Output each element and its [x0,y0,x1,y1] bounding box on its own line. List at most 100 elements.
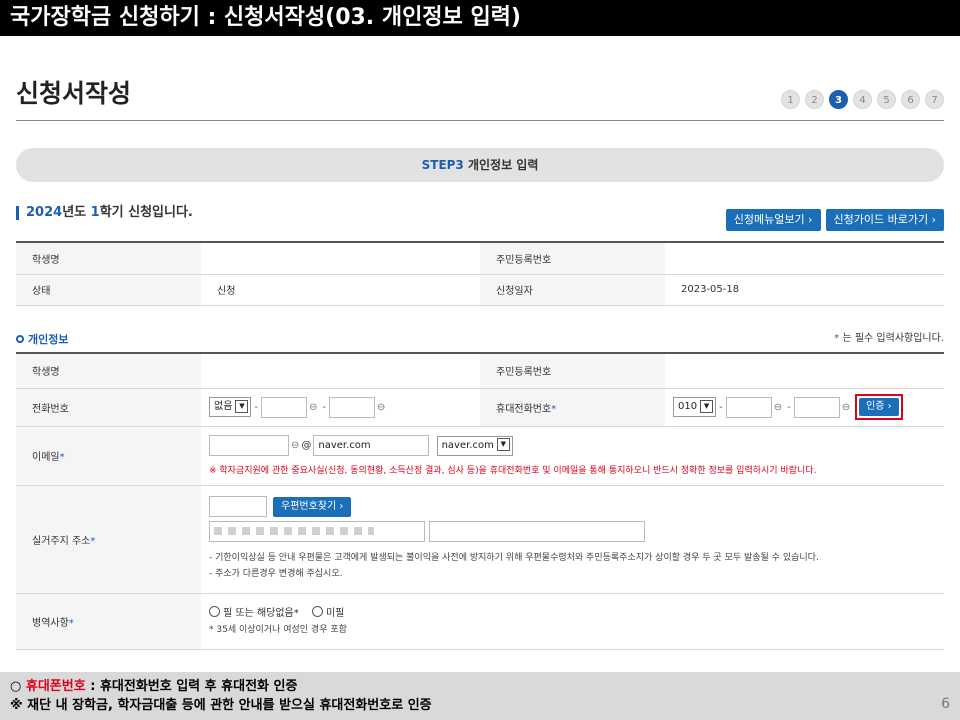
ring-bullet-icon [16,335,24,343]
phone-middle-input[interactable] [261,397,307,418]
required-note-text: 는 필수 입력사항입니다. [839,333,944,344]
name-value [201,353,480,388]
mouse-icon: ⊖ [291,440,299,451]
step-4[interactable]: 4 [853,90,872,109]
required-star: * [90,536,95,547]
guide-button[interactable]: 신청가이드 바로가기 › [826,209,944,231]
required-star: * [551,404,556,415]
mobile-cell: 010▼-⊖-⊖인증 › [665,388,944,426]
semester-year: 2024 [26,205,62,220]
step-banner-label: 개인정보 입력 [468,158,538,172]
name-label: 학생명 [16,353,201,388]
address-note-1: - 기한이익상실 등 안내 우편물은 고객에게 발생되는 불이익을 사전에 방지… [209,550,928,566]
personal-info-title: 개인정보 [28,333,68,346]
email-id-input[interactable] [209,435,289,456]
military-label-text: 병역사항 [32,618,69,629]
step-2[interactable]: 2 [805,90,824,109]
required-note: * 는 필수 입력사항입니다. [834,329,944,344]
footer-bullet: ○ [10,679,26,694]
required-star: * [69,618,74,629]
phone-prefix-value: 없음 [214,401,232,412]
phone-prefix-select[interactable]: 없음▼ [209,397,251,417]
military-option-completed: 필 또는 해당없음* [223,608,299,619]
address-redacted [214,527,374,535]
summary-rrn-value [665,242,944,274]
military-option-not-completed: 미필 [326,608,344,619]
summary-rrn-label: 주민등록번호 [480,242,665,274]
address-cell: 우편번호찾기 › - 기한이익상실 등 안내 우편물은 고객에게 발생되는 불이… [201,485,944,593]
step-5[interactable]: 5 [877,90,896,109]
step-7[interactable]: 7 [925,90,944,109]
phone-label: 전화번호 [16,388,201,426]
address-main-input[interactable] [209,521,425,542]
mobile-prefix-select[interactable]: 010▼ [673,397,716,417]
military-label: 병역사항* [16,593,201,649]
rrn-value [665,353,944,388]
address-detail-input[interactable] [429,521,645,542]
guide-buttons: 신청메뉴얼보기 › 신청가이드 바로가기 › [726,209,944,231]
semester-term: 1 [91,205,100,220]
personal-info-heading: 개인정보 [16,331,68,347]
personal-info-table: 학생명 주민등록번호 전화번호 없음▼-⊖-⊖ 휴대전화번호* 010▼-⊖-⊖… [16,352,944,650]
address-note-2: - 주소가 다른경우 변경해 주십시오. [209,566,928,582]
dash: - [322,402,326,413]
zip-search-button[interactable]: 우편번호찾기 › [273,497,351,517]
mobile-middle-input[interactable] [726,397,772,418]
address-label-text: 실거주지 주소 [32,536,90,547]
mobile-label: 휴대전화번호* [480,388,665,426]
step-6[interactable]: 6 [901,90,920,109]
military-cell: 필 또는 해당없음* 미필 * 35세 이상이거나 여성인 경우 포함 [201,593,944,649]
chevron-down-icon: ▼ [497,438,510,451]
radio-completed[interactable] [209,606,220,617]
email-notice: ※ 학자금지원에 관한 중요사실(신청, 동의현황, 소득산정 결과, 심사 등… [209,463,928,476]
step-indicator: 1 2 3 4 5 6 7 [781,90,944,109]
mouse-icon: ⊖ [774,402,782,413]
summary-status-value: 신청 [201,274,480,305]
semester-year-suffix: 년도 [62,205,90,220]
mouse-icon: ⊖ [309,402,317,413]
email-at: @ [301,440,311,451]
zip-code-input[interactable] [209,496,267,517]
required-star: * [60,452,65,463]
chevron-down-icon: ▼ [700,400,713,413]
military-note: * 35세 이상이거나 여성인 경우 포함 [209,622,928,638]
rrn-label: 주민등록번호 [480,353,665,388]
mobile-label-text: 휴대전화번호 [496,404,551,415]
email-domain-select[interactable]: naver.com▼ [437,436,513,456]
summary-name-value [201,242,480,274]
dash: - [787,402,791,413]
page-title: 신청서작성 [16,74,131,110]
dash: - [254,402,258,413]
page-number: 6 [941,696,950,712]
auth-button[interactable]: 인증 › [859,398,899,416]
mouse-icon: ⊖ [842,402,850,413]
title-divider [16,120,944,121]
chevron-down-icon: ▼ [235,400,248,413]
email-domain-input[interactable]: naver.com [313,435,429,456]
summary-name-label: 학생명 [16,242,201,274]
semester-text: 학기 신청입니다. [100,205,193,220]
auth-highlight: 인증 › [855,394,903,420]
step-banner-step: STEP3 [422,158,464,172]
footer-line2: ※ 재단 내 장학금, 학자금대출 등에 관한 안내를 받으실 휴대전화번호로 … [10,696,950,715]
email-cell: ⊖@naver.com naver.com▼ ※ 학자금지원에 관한 중요사실(… [201,426,944,485]
summary-status-label: 상태 [16,274,201,305]
address-label: 실거주지 주소* [16,485,201,593]
step-1[interactable]: 1 [781,90,800,109]
phone-last-input[interactable] [329,397,375,418]
footer-highlight: 휴대폰번호 [26,679,86,694]
mouse-icon: ⊖ [377,402,385,413]
slide-title: 국가장학금 신청하기 : 신청서작성(03. 개인정보 입력) [0,0,960,36]
manual-button[interactable]: 신청메뉴얼보기 › [726,209,821,231]
step-3-active[interactable]: 3 [829,90,848,109]
summary-date-value: 2023-05-18 [665,274,944,305]
summary-date-label: 신청일자 [480,274,665,305]
mobile-last-input[interactable] [794,397,840,418]
radio-not-completed[interactable] [312,606,323,617]
email-label-text: 이메일 [32,452,60,463]
semester-heading: 2024년도 1학기 신청입니다. [16,206,193,220]
summary-table: 학생명 주민등록번호 상태 신청 신청일자 2023-05-18 [16,241,944,306]
step-banner: STEP3 개인정보 입력 [16,148,944,182]
dash: - [719,402,723,413]
mobile-prefix-value: 010 [678,401,697,412]
